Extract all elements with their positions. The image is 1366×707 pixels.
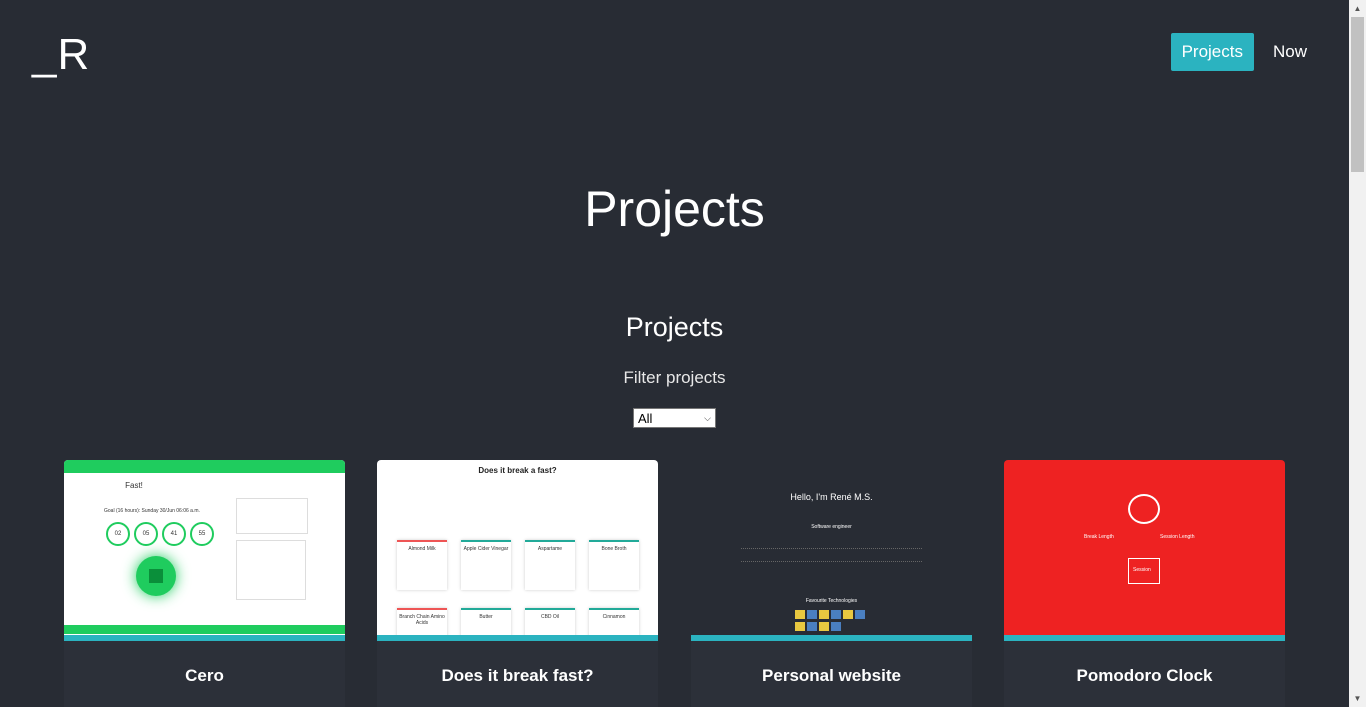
filter-label: Filter projects bbox=[623, 368, 726, 387]
thumb-break-label: Break Length bbox=[1084, 534, 1114, 540]
scroll-up-icon[interactable]: ▲ bbox=[1349, 0, 1366, 17]
page-title: Projects bbox=[584, 181, 765, 237]
card-accent-bar bbox=[64, 635, 345, 641]
project-card-cero[interactable]: Fast! Goal (16 hours): Sunday 30/Jun 06:… bbox=[64, 460, 345, 707]
project-card-pomodoro[interactable]: Break Length Session Length Session Pomo… bbox=[1004, 460, 1285, 707]
main-nav: Projects Now bbox=[1163, 33, 1318, 71]
thumb-greeting: Hello, I'm René M.S. bbox=[790, 492, 873, 502]
chevron-down-icon: ⌵ bbox=[704, 412, 711, 423]
project-thumbnail: Break Length Session Length Session bbox=[1004, 460, 1285, 640]
session-box: Session bbox=[1128, 558, 1160, 584]
chart-panel bbox=[236, 498, 308, 534]
card-accent-bar bbox=[1004, 635, 1285, 641]
history-panel bbox=[236, 540, 306, 600]
nav-now-link[interactable]: Now bbox=[1262, 33, 1318, 71]
site-logo[interactable]: _R bbox=[32, 30, 90, 80]
project-name: Personal website bbox=[762, 666, 901, 685]
timer-circle: 55 bbox=[190, 522, 214, 546]
project-name: Does it break fast? bbox=[441, 666, 594, 685]
timer-circle: 41 bbox=[162, 522, 186, 546]
vertical-scrollbar[interactable]: ▲ ▼ bbox=[1349, 0, 1366, 707]
thumb-title: Fast! bbox=[125, 481, 143, 490]
card-accent-bar bbox=[691, 635, 972, 641]
project-card-personal-website[interactable]: Hello, I'm René M.S. Software engineer F… bbox=[691, 460, 972, 707]
project-name: Pomodoro Clock bbox=[1076, 666, 1213, 685]
nav-projects-link[interactable]: Projects bbox=[1170, 33, 1254, 71]
food-item: Apple Cider Vinegar bbox=[461, 540, 511, 590]
project-thumbnail: Does it break a fast? Almond Milk Apple … bbox=[377, 460, 658, 640]
project-thumbnail: Hello, I'm René M.S. Software engineer F… bbox=[691, 460, 972, 640]
thumb-goal: Goal (16 hours): Sunday 30/Jun 06:06 a.m… bbox=[104, 508, 200, 514]
tech-icons bbox=[795, 610, 867, 632]
scrollbar-thumb[interactable] bbox=[1351, 17, 1364, 172]
thumb-session-label: Session Length bbox=[1160, 534, 1195, 540]
food-item: Aspartame bbox=[525, 540, 575, 590]
project-thumbnail: Fast! Goal (16 hours): Sunday 30/Jun 06:… bbox=[64, 460, 345, 640]
scroll-down-icon[interactable]: ▼ bbox=[1349, 690, 1366, 707]
timer-circle: 02 bbox=[106, 522, 130, 546]
timer-circle: 05 bbox=[134, 522, 158, 546]
section-title: Projects bbox=[625, 312, 724, 342]
thumb-subtitle: Software engineer bbox=[811, 524, 852, 530]
food-item: Bone Broth bbox=[589, 540, 639, 590]
project-name: Cero bbox=[185, 666, 224, 685]
project-card-break-fast[interactable]: Does it break a fast? Almond Milk Apple … bbox=[377, 460, 658, 707]
food-item: Almond Milk bbox=[397, 540, 447, 590]
card-accent-bar bbox=[377, 635, 658, 641]
stop-icon bbox=[136, 556, 176, 596]
filter-select[interactable]: All ⌵ bbox=[633, 408, 716, 428]
thumb-tech-heading: Favourite Technologies bbox=[805, 598, 858, 604]
filter-selected-value: All bbox=[638, 410, 653, 426]
tomato-icon bbox=[1128, 494, 1160, 524]
thumb-title: Does it break a fast? bbox=[478, 466, 557, 475]
